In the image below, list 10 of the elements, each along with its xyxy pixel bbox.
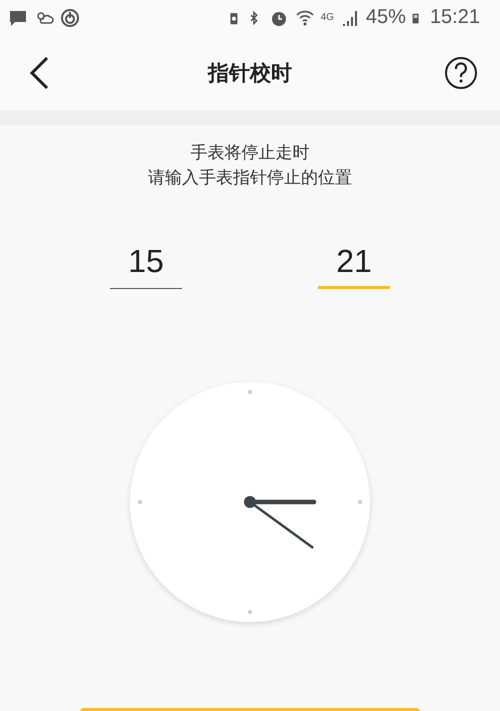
instruction-text: 请输入手表指针停止的位置 xyxy=(148,167,352,190)
page-title: 指针校时 xyxy=(206,60,293,86)
instruction-text: 手表将停止走时 xyxy=(190,142,310,165)
network-type: 4G xyxy=(320,12,334,23)
help-button[interactable] xyxy=(444,56,478,90)
hour-field[interactable]: 15 xyxy=(110,243,182,289)
minute-field[interactable]: 21 xyxy=(318,243,390,289)
status-time: 15:21 xyxy=(430,6,480,29)
power-icon xyxy=(60,8,80,28)
battery-percent: 45% xyxy=(366,6,406,29)
